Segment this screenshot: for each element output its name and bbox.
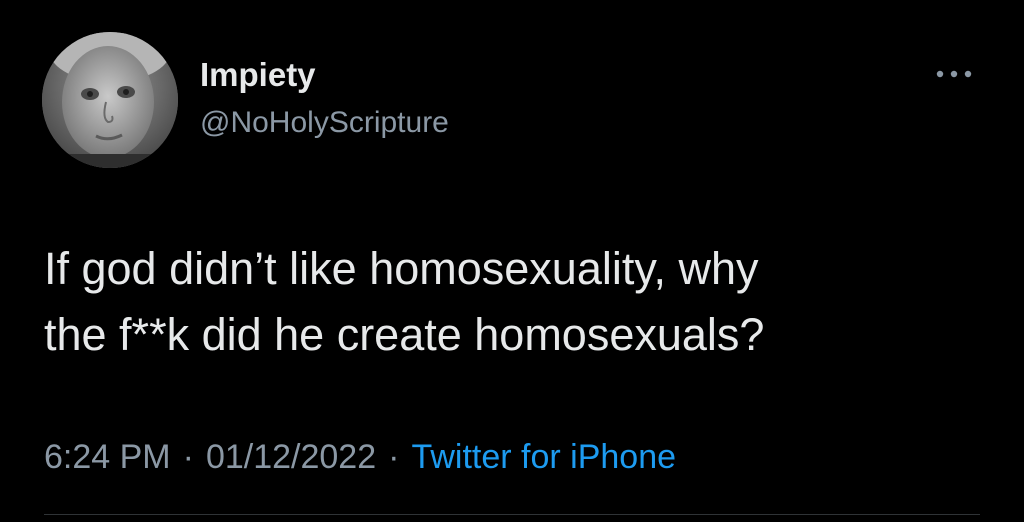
tweet-time[interactable]: 6:24 PM	[44, 438, 171, 476]
tweet-body: If god didn’t like homosexuality, why th…	[44, 236, 984, 368]
tweet-metadata: 6:24 PM · 01/12/2022 · Twitter for iPhone	[44, 438, 676, 477]
tweet-text-line: the f**k did he create homosexuals?	[44, 309, 765, 360]
author-handle[interactable]: @NoHolyScripture	[200, 106, 449, 140]
child-portrait-avatar-icon	[42, 32, 178, 168]
tweet-card: Impiety @NoHolyScripture If god didn’t l…	[0, 0, 1024, 522]
tweet-date[interactable]: 01/12/2022	[206, 438, 376, 476]
more-options-icon[interactable]	[934, 64, 974, 84]
tweet-text-line: If god didn’t like homosexuality, why	[44, 243, 759, 294]
meta-separator: ·	[182, 438, 194, 476]
author-avatar[interactable]	[42, 32, 178, 168]
divider	[44, 514, 980, 515]
tweet-source-link[interactable]: Twitter for iPhone	[411, 438, 676, 476]
author-display-name[interactable]: Impiety	[200, 56, 316, 94]
meta-separator: ·	[388, 438, 400, 476]
